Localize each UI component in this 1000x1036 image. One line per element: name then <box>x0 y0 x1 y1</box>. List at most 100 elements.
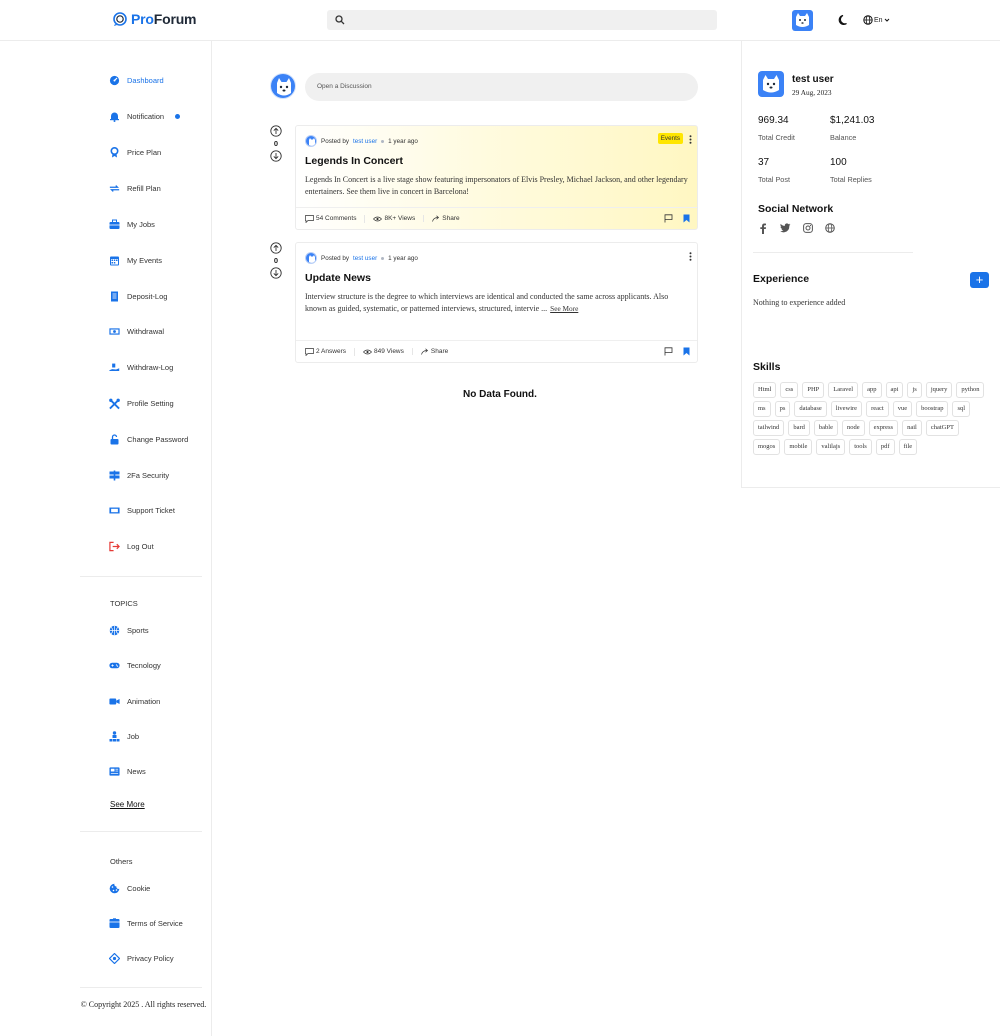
post-actions <box>664 347 690 356</box>
skill-tag[interactable]: PHP <box>802 382 825 398</box>
skill-tag[interactable]: Laravel <box>828 382 859 398</box>
sidebar-item-profile-setting[interactable]: Profile Setting <box>109 398 174 409</box>
share-button[interactable]: Share <box>421 348 456 355</box>
answers-stat[interactable]: 2 Answers <box>305 347 355 356</box>
skill-tag[interactable]: mogos <box>753 439 781 455</box>
cookie-icon <box>109 883 120 894</box>
skill-tag[interactable]: tailwind <box>753 420 785 436</box>
skill-tag[interactable]: file <box>898 439 918 455</box>
author-link[interactable]: test user <box>353 255 377 262</box>
experience-empty-text: Nothing to experience added <box>753 298 846 307</box>
user-avatar[interactable] <box>792 10 813 31</box>
bookmark-icon[interactable] <box>683 347 690 356</box>
skill-tag[interactable]: react <box>866 401 889 417</box>
dark-mode-toggle[interactable] <box>838 14 850 28</box>
sidebar-item-change-password[interactable]: Change Password <box>109 434 188 445</box>
topic-item-animation[interactable]: Animation <box>109 696 160 707</box>
see-more-link[interactable]: See More <box>550 304 578 313</box>
add-experience-button[interactable]: + <box>970 272 989 288</box>
sidebar-item-deposit-log[interactable]: Deposit-Log <box>109 291 167 302</box>
globe-icon[interactable] <box>825 223 835 233</box>
topics-see-more-link[interactable]: See More <box>110 800 145 809</box>
comments-stat[interactable]: 54 Comments <box>305 214 366 223</box>
skill-tag[interactable]: vue <box>892 401 913 417</box>
sidebar-item-label: My Events <box>127 256 163 265</box>
upvote-icon[interactable] <box>270 242 282 254</box>
flag-icon[interactable] <box>664 347 673 356</box>
category-badge[interactable]: Events <box>657 133 683 144</box>
skill-tag[interactable]: livewire <box>830 401 863 417</box>
skills-heading: Skills <box>753 361 781 373</box>
post-card[interactable]: Posted by test user 1 year ago Update Ne… <box>295 242 698 363</box>
others-item-cookie[interactable]: Cookie <box>109 883 150 894</box>
briefcase-icon <box>109 219 120 230</box>
skill-tag[interactable]: jquery <box>925 382 953 398</box>
sidebar-item-withdrawal[interactable]: Withdrawal <box>109 326 164 337</box>
bookmark-icon[interactable] <box>683 214 690 223</box>
sidebar-item-support-ticket[interactable]: Support Ticket <box>109 505 175 516</box>
skill-tag[interactable]: database <box>794 401 827 417</box>
signpost-icon <box>109 470 120 481</box>
others-item-privacy[interactable]: Privacy Policy <box>109 953 174 964</box>
chat-logo-icon <box>113 12 127 26</box>
sidebar-item-my-events[interactable]: My Events <box>109 255 162 266</box>
sidebar-divider <box>80 831 202 832</box>
open-discussion-input[interactable]: Open a Discussion <box>305 73 698 101</box>
sidebar-item-log-out[interactable]: Log Out <box>109 541 154 552</box>
post-card[interactable]: Posted by test user 1 year ago Events Le… <box>295 125 698 230</box>
document-icon <box>109 918 120 929</box>
skill-tag[interactable]: bable <box>813 420 838 436</box>
sidebar-item-price-plan[interactable]: Price Plan <box>109 147 161 158</box>
skill-tag[interactable]: app <box>862 382 882 398</box>
skill-tag[interactable]: js <box>907 382 922 398</box>
skill-tag[interactable]: Html <box>753 382 777 398</box>
skill-tag[interactable]: nail <box>902 420 922 436</box>
upvote-icon[interactable] <box>270 125 282 137</box>
copyright-text: © Copyright 2025 . All rights reserved. <box>80 1000 207 1009</box>
search-input[interactable] <box>327 10 717 30</box>
sidebar-item-2fa-security[interactable]: 2Fa Security <box>109 470 169 481</box>
sidebar-item-my-jobs[interactable]: My Jobs <box>109 219 155 230</box>
skill-tag[interactable]: express <box>868 420 899 436</box>
downvote-icon[interactable] <box>270 267 282 279</box>
skill-tag[interactable]: boostrap <box>916 401 949 417</box>
topic-item-sports[interactable]: Sports <box>109 625 149 636</box>
twitter-icon[interactable] <box>780 223 791 233</box>
topic-item-tecnology[interactable]: Tecnology <box>109 660 161 671</box>
others-item-terms[interactable]: Terms of Service <box>109 918 183 929</box>
flag-icon[interactable] <box>664 214 673 223</box>
skill-tag[interactable]: chatGPT <box>925 420 959 436</box>
facebook-icon[interactable] <box>758 223 768 234</box>
topic-item-job[interactable]: Job <box>109 731 139 742</box>
post-title[interactable]: Legends In Concert <box>305 155 403 167</box>
profile-joined-date: 29 Aug, 2023 <box>792 88 832 97</box>
skill-tag[interactable]: tools <box>849 439 872 455</box>
instagram-icon[interactable] <box>803 223 813 233</box>
more-options-icon[interactable] <box>689 135 692 144</box>
sidebar-item-dashboard[interactable]: Dashboard <box>109 75 164 86</box>
skill-tag[interactable]: ps <box>774 401 791 417</box>
author-link[interactable]: test user <box>353 138 377 145</box>
skill-tag[interactable]: sql <box>952 401 971 417</box>
logo[interactable]: ProForum <box>112 11 197 27</box>
more-options-icon[interactable] <box>689 252 692 261</box>
sidebar-item-notification[interactable]: Notification <box>109 111 181 122</box>
views-count: 8K+ Views <box>384 215 416 222</box>
skill-tag[interactable]: mobile <box>784 439 813 455</box>
sidebar-item-refill-plan[interactable]: Refill Plan <box>109 183 161 194</box>
language-selector[interactable]: En <box>863 15 890 25</box>
skill-tag[interactable]: pdf <box>875 439 895 455</box>
downvote-icon[interactable] <box>270 150 282 162</box>
topic-item-news[interactable]: News <box>109 766 146 777</box>
skill-tag[interactable]: api <box>885 382 904 398</box>
share-button[interactable]: Share <box>432 215 467 222</box>
skill-tag[interactable]: bard <box>788 420 810 436</box>
lock-icon <box>109 434 120 445</box>
skill-tag[interactable]: valilajs <box>816 439 846 455</box>
skill-tag[interactable]: python <box>956 382 985 398</box>
skill-tag[interactable]: css <box>780 382 799 398</box>
skill-tag[interactable]: node <box>841 420 865 436</box>
skill-tag[interactable]: ms <box>753 401 771 417</box>
post-title[interactable]: Update News <box>305 272 371 284</box>
sidebar-item-withdraw-log[interactable]: Withdraw-Log <box>109 362 173 373</box>
